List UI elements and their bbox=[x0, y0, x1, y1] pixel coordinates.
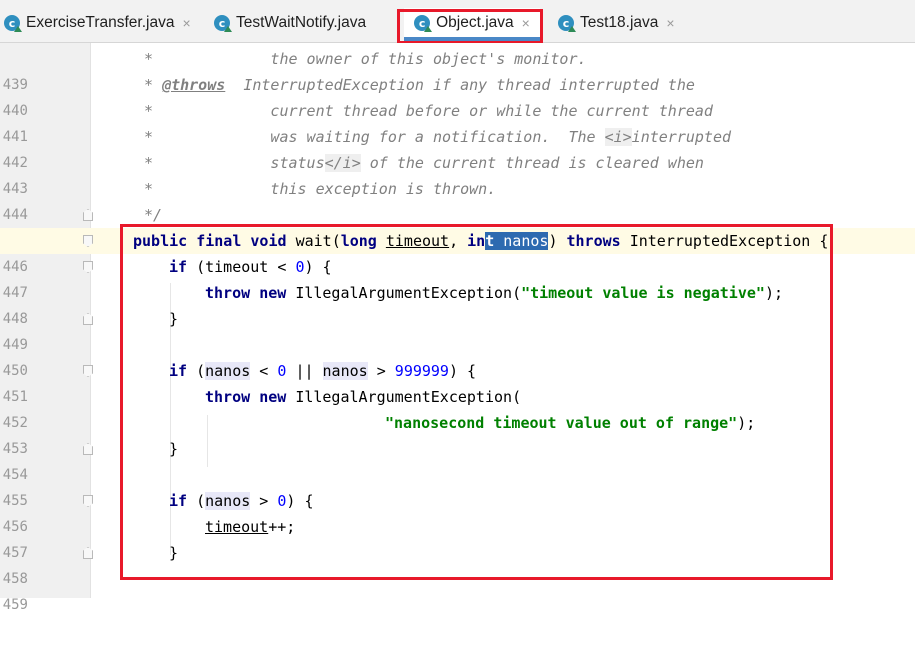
close-icon[interactable]: × bbox=[182, 15, 190, 31]
tab-label: ExerciseTransfer.java bbox=[26, 14, 175, 31]
line-number: 459 bbox=[2, 597, 28, 613]
tab-exercisetransfer[interactable]: c ExerciseTransfer.java × bbox=[4, 8, 202, 38]
fold-icon[interactable] bbox=[83, 495, 93, 507]
code-line-444: 444 * this exception is thrown. bbox=[0, 176, 915, 223]
annotation-box-code bbox=[120, 224, 833, 580]
fold-icon[interactable] bbox=[83, 547, 93, 559]
javadoc-tag: @throws bbox=[162, 76, 226, 94]
close-icon[interactable]: × bbox=[666, 15, 674, 31]
comment-rest: InterruptedException if any thread inter… bbox=[225, 76, 695, 94]
tab-test18[interactable]: c Test18.java × bbox=[558, 8, 688, 38]
comment-part: * status bbox=[144, 154, 325, 172]
tab-label: Test18.java bbox=[580, 14, 659, 31]
code-line-443: 443 * status</i> of the current thread i… bbox=[0, 150, 915, 197]
html-tag: </i> bbox=[324, 154, 361, 172]
code-line-440: 440 * @throws InterruptedException if an… bbox=[0, 72, 915, 119]
comment-part: of the current thread is cleared when bbox=[360, 154, 704, 172]
fold-icon[interactable] bbox=[83, 261, 93, 273]
java-class-icon: c bbox=[214, 15, 232, 32]
comment-part: interrupted bbox=[631, 128, 732, 146]
code-line-442: 442 * was waiting for a notification. Th… bbox=[0, 124, 915, 171]
tab-testwaitnotify[interactable]: c TestWaitNotify.java bbox=[214, 8, 400, 38]
tab-label: TestWaitNotify.java bbox=[236, 14, 367, 31]
fold-icon[interactable] bbox=[83, 365, 93, 377]
comment-text: * was waiting for a notification. The <i… bbox=[144, 124, 731, 150]
fold-icon[interactable] bbox=[83, 443, 93, 455]
comment-star: * bbox=[144, 76, 154, 94]
fold-icon[interactable] bbox=[83, 235, 93, 247]
html-tag: <i> bbox=[604, 128, 632, 146]
annotation-box-tab bbox=[397, 9, 543, 44]
comment-text: * this exception is thrown. bbox=[144, 180, 497, 198]
comment-part: * was waiting for a notification. The bbox=[144, 128, 605, 146]
code-line-441: 441 * current thread before or while the… bbox=[0, 98, 915, 145]
java-class-icon: c bbox=[4, 15, 22, 32]
comment-text: * @throws InterruptedException if any th… bbox=[144, 72, 695, 98]
comment-text: * status</i> of the current thread is cl… bbox=[144, 150, 704, 176]
comment-text: * the owner of this object's monitor. bbox=[144, 50, 587, 68]
java-class-icon: c bbox=[558, 15, 576, 32]
comment-text: * current thread before or while the cur… bbox=[144, 102, 713, 120]
fold-icon[interactable] bbox=[83, 209, 93, 221]
code-line-439: 439 * the owner of this object's monitor… bbox=[0, 46, 915, 93]
fold-icon[interactable] bbox=[83, 313, 93, 325]
